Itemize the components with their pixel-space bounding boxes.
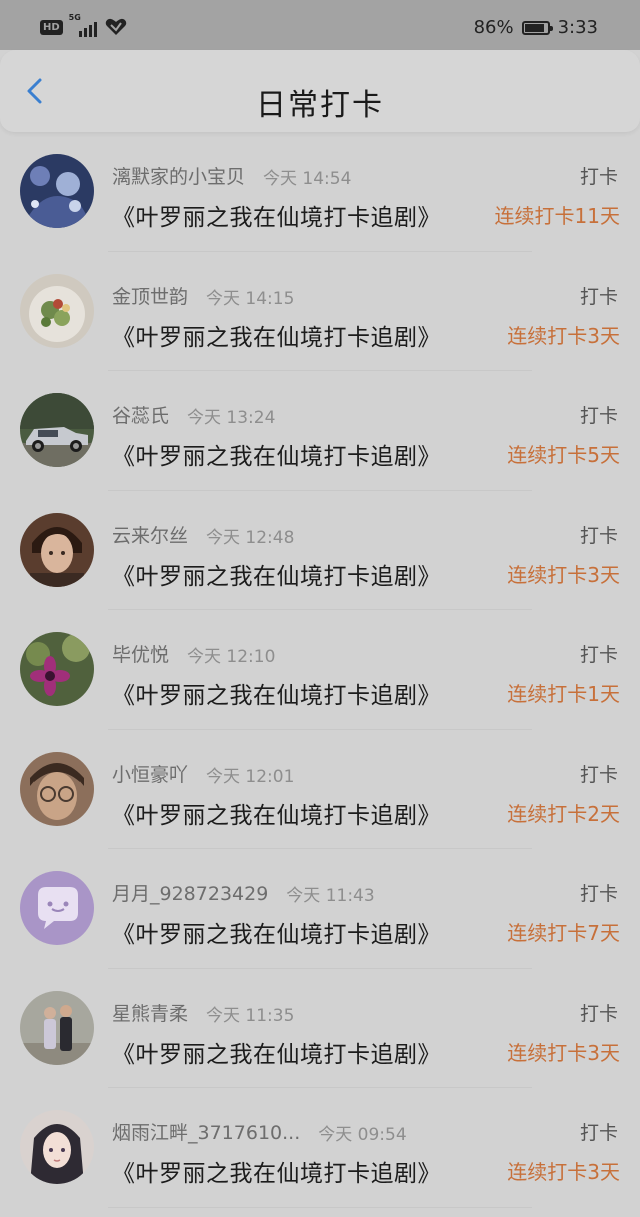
timestamp: 今天 14:54 [263, 169, 352, 189]
drama-title[interactable]: 《叶罗丽之我在仙境打卡追剧》 [112, 198, 441, 232]
drama-title[interactable]: 《叶罗丽之我在仙境打卡追剧》 [112, 1035, 441, 1069]
timestamp: 今天 12:10 [187, 647, 276, 667]
streak-count: 连续打卡11天 [494, 204, 620, 228]
avatar[interactable] [20, 273, 94, 348]
hotspot-heart-icon [105, 18, 126, 35]
salad-plate-icon [20, 273, 94, 348]
battery-icon [521, 20, 553, 35]
list-item[interactable]: 小恒豪吖 今天 12:01 打卡 《叶罗丽之我在仙境打卡追剧》 连续打卡2天 [0, 730, 640, 849]
drama-title[interactable]: 《叶罗丽之我在仙境打卡追剧》 [112, 1154, 441, 1188]
avatar[interactable] [20, 990, 94, 1065]
checkin-label: 打卡 [579, 524, 618, 547]
checkin-label: 打卡 [579, 883, 618, 905]
avatar[interactable] [20, 632, 94, 706]
avatar[interactable] [20, 154, 94, 228]
streak-count: 连续打卡3天 [507, 1160, 620, 1184]
username[interactable]: 漓默家的小宝贝 [112, 162, 245, 189]
username[interactable]: 小恒豪吖 [112, 760, 188, 787]
drama-title[interactable]: 《叶罗丽之我在仙境打卡追剧》 [112, 318, 441, 352]
streak-count: 连续打卡3天 [507, 323, 620, 348]
avatar[interactable] [20, 751, 94, 826]
username[interactable]: 毕优悦 [112, 640, 169, 667]
checkin-label: 打卡 [579, 285, 618, 308]
list-item[interactable]: 星熊青柔 今天 11:35 打卡 《叶罗丽之我在仙境打卡追剧》 连续打卡3天 [0, 969, 640, 1088]
list-item[interactable]: 烟雨江畔_3717610... 今天 09:54 打卡 《叶罗丽之我在仙境打卡追… [0, 1088, 640, 1208]
status-left: HD 5G [40, 13, 127, 37]
username[interactable]: 星熊青柔 [112, 999, 188, 1026]
drama-title[interactable]: 《叶罗丽之我在仙境打卡追剧》 [112, 557, 441, 591]
portrait-man-icon [20, 512, 94, 587]
portrait-glasses-icon [20, 751, 94, 826]
signal-icon: 5G [69, 13, 99, 37]
default-chat-icon [20, 871, 94, 945]
list-item[interactable]: 毕优悦 今天 12:10 打卡 《叶罗丽之我在仙境打卡追剧》 连续打卡1天 [0, 610, 640, 730]
status-bar: HD 5G 86% 3:33 [0, 0, 640, 50]
avatar[interactable] [20, 1110, 94, 1184]
checkin-label: 打卡 [579, 763, 618, 786]
timestamp: 今天 11:35 [206, 1005, 295, 1026]
avatar[interactable] [20, 512, 94, 587]
checkin-label: 打卡 [579, 1122, 618, 1144]
username[interactable]: 烟雨江畔_3717610... [112, 1118, 300, 1145]
username[interactable]: 金顶世韵 [112, 282, 188, 309]
streak-count: 连续打卡3天 [507, 1040, 620, 1065]
drama-title[interactable]: 《叶罗丽之我在仙境打卡追剧》 [112, 676, 441, 710]
checkin-label: 打卡 [579, 405, 618, 427]
timestamp: 今天 09:54 [318, 1125, 407, 1145]
streak-count: 连续打卡7天 [507, 921, 620, 945]
checkin-list: 漓默家的小宝贝 今天 14:54 打卡 《叶罗丽之我在仙境打卡追剧》 连续打卡1… [0, 132, 640, 1208]
username[interactable]: 谷蕊氏 [112, 401, 169, 428]
checkin-label: 打卡 [579, 1002, 618, 1025]
list-item[interactable]: 谷蕊氏 今天 13:24 打卡 《叶罗丽之我在仙境打卡追剧》 连续打卡5天 [0, 371, 640, 491]
list-item[interactable]: 月月_928723429 今天 11:43 打卡 《叶罗丽之我在仙境打卡追剧》 … [0, 849, 640, 969]
list-item[interactable]: 云来尔丝 今天 12:48 打卡 《叶罗丽之我在仙境打卡追剧》 连续打卡3天 [0, 491, 640, 610]
timestamp: 今天 13:24 [187, 408, 276, 428]
drama-title[interactable]: 《叶罗丽之我在仙境打卡追剧》 [112, 915, 441, 949]
divider [108, 1206, 532, 1208]
couple-photo-icon [20, 990, 94, 1065]
streak-count: 连续打卡5天 [507, 443, 620, 467]
checkin-label: 打卡 [579, 166, 618, 188]
timestamp: 今天 14:15 [206, 288, 295, 309]
network-type: 5G [68, 13, 81, 22]
streak-count: 连续打卡2天 [507, 801, 620, 826]
streak-count: 连续打卡1天 [507, 682, 620, 706]
username[interactable]: 月月_928723429 [112, 879, 268, 906]
vintage-car-icon [20, 393, 94, 467]
avatar[interactable] [20, 871, 94, 945]
hd-badge: HD [40, 19, 63, 35]
anime-girl-icon [20, 1110, 94, 1184]
timestamp: 今天 11:43 [286, 886, 375, 906]
drama-title[interactable]: 《叶罗丽之我在仙境打卡追剧》 [112, 437, 441, 471]
list-item[interactable]: 金顶世韵 今天 14:15 打卡 《叶罗丽之我在仙境打卡追剧》 连续打卡3天 [0, 252, 640, 371]
status-right: 86% 3:33 [474, 17, 598, 38]
timestamp: 今天 12:48 [206, 527, 295, 548]
anime-night-icon [20, 154, 94, 228]
clock: 3:33 [557, 17, 598, 38]
cactus-flower-icon [20, 632, 94, 706]
timestamp: 今天 12:01 [206, 766, 295, 787]
avatar[interactable] [20, 393, 94, 467]
checkin-label: 打卡 [579, 644, 618, 666]
drama-title[interactable]: 《叶罗丽之我在仙境打卡追剧》 [112, 796, 441, 830]
list-item[interactable]: 漓默家的小宝贝 今天 14:54 打卡 《叶罗丽之我在仙境打卡追剧》 连续打卡1… [0, 132, 640, 252]
battery-percent: 86% [473, 17, 514, 38]
app-header: 日常打卡 [0, 50, 640, 132]
streak-count: 连续打卡3天 [507, 562, 620, 587]
username[interactable]: 云来尔丝 [112, 521, 188, 548]
page-title: 日常打卡 [256, 88, 384, 123]
